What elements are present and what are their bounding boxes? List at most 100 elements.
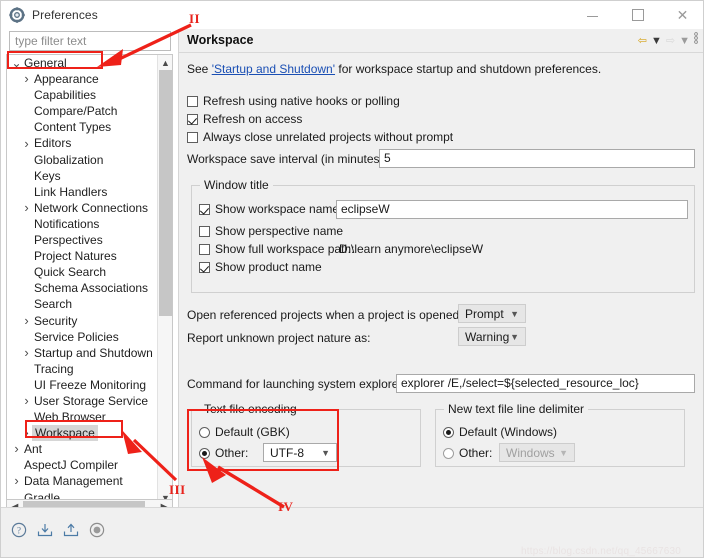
encoding-dropdown[interactable]: UTF-8 ▼ <box>263 443 337 462</box>
startup-shutdown-link[interactable]: 'Startup and Shutdown' <box>212 62 335 76</box>
checkbox-show-full-workspace-path[interactable]: Show full workspace path: <box>199 242 354 256</box>
view-menu-icon[interactable] <box>694 32 698 49</box>
radio-encoding-other[interactable]: Other: <box>199 446 248 460</box>
chevron-up-icon[interactable]: ▲ <box>158 55 173 70</box>
checkbox-show-product-name[interactable]: Show product name <box>199 260 322 274</box>
chevron-right-icon[interactable]: › <box>21 136 32 152</box>
sidebar-item-notifications[interactable]: Notifications <box>7 216 157 232</box>
sidebar-item-label: Data Management <box>22 473 123 489</box>
save-interval-input[interactable]: 5 <box>379 149 695 168</box>
sidebar-item-network-connections[interactable]: ›Network Connections <box>7 200 157 216</box>
sidebar-item-label: Compare/Patch <box>32 103 117 119</box>
tree-vertical-scrollbar[interactable]: ▲ ▼ <box>157 55 172 505</box>
checkbox-show-workspace-name[interactable]: Show workspace name: <box>199 202 342 216</box>
sidebar-item-startup-and-shutdown[interactable]: ›Startup and Shutdown <box>7 345 157 361</box>
maximize-button[interactable] <box>615 1 660 28</box>
import-icon[interactable] <box>37 522 53 538</box>
sidebar-item-ant[interactable]: ›Ant <box>7 441 157 457</box>
minimize-button[interactable] <box>570 1 615 28</box>
checkbox-show-perspective-name[interactable]: Show perspective name <box>199 224 343 238</box>
preferences-dialog: Preferences ✕ type filter text ⌄General›… <box>0 0 704 558</box>
sidebar-item-label: Quick Search <box>32 264 106 280</box>
description-prefix: See <box>187 62 212 76</box>
delimiter-dropdown[interactable]: Windows ▼ <box>499 443 575 462</box>
forward-arrow-icon[interactable]: ⇨ <box>666 34 675 48</box>
sidebar-item-perspectives[interactable]: Perspectives <box>7 232 157 248</box>
explorer-command-input[interactable]: explorer /E,/select=${selected_resource_… <box>396 374 695 393</box>
chevron-right-icon[interactable]: › <box>11 441 22 457</box>
sidebar-item-keys[interactable]: Keys <box>7 168 157 184</box>
radio-icon[interactable] <box>199 427 210 438</box>
back-arrow-icon[interactable]: ⇦ <box>638 34 647 48</box>
checkbox-refresh-native-hooks[interactable]: Refresh using native hooks or polling <box>187 94 400 108</box>
sidebar-item-general[interactable]: ⌄General <box>7 55 157 71</box>
sidebar-item-content-types[interactable]: Content Types <box>7 119 157 135</box>
sidebar-item-label: Ant <box>22 441 42 457</box>
workspace-name-input[interactable]: eclipseW <box>336 200 688 219</box>
description-text: See 'Startup and Shutdown' for workspace… <box>187 62 601 76</box>
chevron-down-icon: ▼ <box>559 448 574 458</box>
sidebar-item-label: Perspectives <box>32 232 103 248</box>
sidebar-item-label: Notifications <box>32 216 99 232</box>
checkbox-icon[interactable] <box>187 96 198 107</box>
sidebar-item-editors[interactable]: ›Editors <box>7 135 157 151</box>
chevron-right-icon[interactable]: › <box>21 345 32 361</box>
radio-icon[interactable] <box>443 448 454 459</box>
sidebar-item-quick-search[interactable]: Quick Search <box>7 264 157 280</box>
checkbox-icon[interactable] <box>187 132 198 143</box>
open-referenced-dropdown[interactable]: Prompt ▼ <box>458 304 526 323</box>
tree-list: ⌄General›AppearanceCapabilitiesCompare/P… <box>7 55 157 506</box>
preferences-gear-icon <box>9 7 25 23</box>
checkbox-icon[interactable] <box>199 262 210 273</box>
sidebar-item-workspace[interactable]: ›Workspace <box>7 425 157 441</box>
checkbox-refresh-on-access[interactable]: Refresh on access <box>187 112 302 126</box>
chevron-right-icon[interactable]: › <box>11 473 22 489</box>
sidebar-item-service-policies[interactable]: Service Policies <box>7 329 157 345</box>
sidebar-item-search[interactable]: Search <box>7 296 157 312</box>
radio-delimiter-default[interactable]: Default (Windows) <box>443 425 557 439</box>
footer-icons: ? <box>11 522 105 538</box>
chevron-right-icon[interactable]: › <box>21 71 32 87</box>
sidebar-item-globalization[interactable]: Globalization <box>7 152 157 168</box>
report-nature-dropdown[interactable]: Warning ▼ <box>458 327 526 346</box>
scrollbar-thumb[interactable] <box>159 70 172 316</box>
radio-icon[interactable] <box>443 427 454 438</box>
sidebar-item-user-storage-service[interactable]: ›User Storage Service <box>7 393 157 409</box>
sidebar-item-compare-patch[interactable]: Compare/Patch <box>7 103 157 119</box>
chevron-right-icon[interactable]: › <box>21 200 32 216</box>
chevron-right-icon[interactable]: › <box>21 393 32 409</box>
sidebar-item-link-handlers[interactable]: Link Handlers <box>7 184 157 200</box>
sidebar-item-security[interactable]: ›Security <box>7 313 157 329</box>
preferences-tree[interactable]: ⌄General›AppearanceCapabilitiesCompare/P… <box>6 54 173 506</box>
checkbox-icon[interactable] <box>187 114 198 125</box>
checkbox-icon[interactable] <box>199 204 210 215</box>
sidebar-item-data-management[interactable]: ›Data Management <box>7 473 157 489</box>
help-question-icon[interactable]: ? <box>11 522 27 538</box>
sidebar-item-web-browser[interactable]: Web Browser <box>7 409 157 425</box>
checkbox-icon[interactable] <box>199 244 210 255</box>
radio-label: Default (Windows) <box>459 425 557 439</box>
sidebar-item-tracing[interactable]: Tracing <box>7 361 157 377</box>
sidebar-item-schema-associations[interactable]: Schema Associations <box>7 280 157 296</box>
sidebar-item-appearance[interactable]: ›Appearance <box>7 71 157 87</box>
export-icon[interactable] <box>63 522 79 538</box>
close-button[interactable]: ✕ <box>660 1 704 28</box>
checkbox-icon[interactable] <box>199 226 210 237</box>
back-menu-chevron-down-icon[interactable]: ▼ <box>651 34 662 48</box>
chevron-down-icon[interactable]: ⌄ <box>11 58 22 68</box>
sidebar-item-aspectj-compiler[interactable]: AspectJ Compiler <box>7 457 157 473</box>
sidebar-item-ui-freeze-monitoring[interactable]: UI Freeze Monitoring <box>7 377 157 393</box>
chevron-right-icon[interactable]: › <box>21 313 32 329</box>
record-icon[interactable] <box>89 522 105 538</box>
sidebar-item-label: AspectJ Compiler <box>22 457 118 473</box>
sidebar-item-project-natures[interactable]: Project Natures <box>7 248 157 264</box>
dropdown-value: Prompt <box>465 307 510 321</box>
search-input[interactable]: type filter text <box>9 31 171 51</box>
radio-icon[interactable] <box>199 448 210 459</box>
sidebar-item-capabilities[interactable]: Capabilities <box>7 87 157 103</box>
radio-delimiter-other[interactable]: Other: <box>443 446 492 460</box>
checkbox-always-close-unrelated[interactable]: Always close unrelated projects without … <box>187 130 453 144</box>
forward-menu-chevron-down-icon[interactable]: ▼ <box>679 34 690 48</box>
chevron-right-icon[interactable]: › <box>21 425 32 441</box>
radio-encoding-default[interactable]: Default (GBK) <box>199 425 290 439</box>
